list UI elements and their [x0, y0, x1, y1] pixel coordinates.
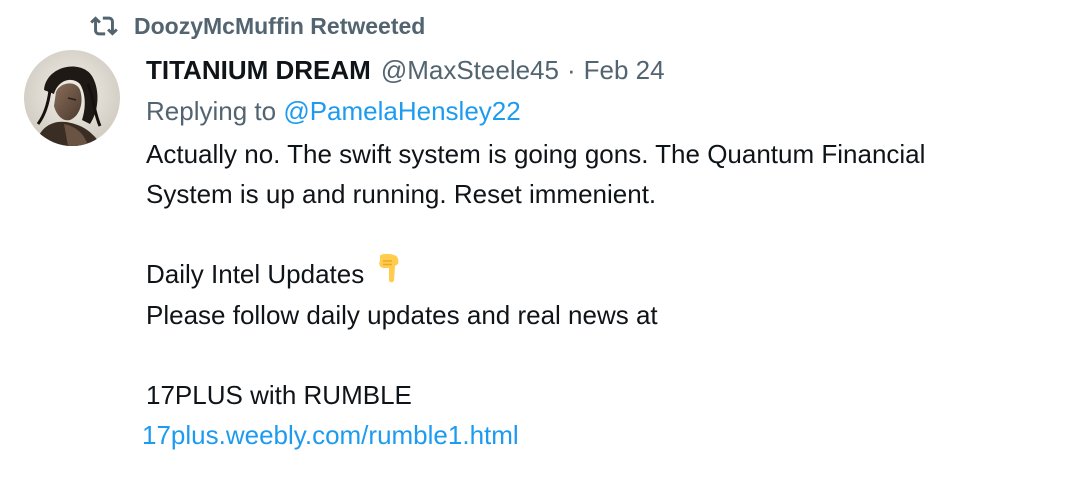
author-display-name[interactable]: TITANIUM DREAM: [146, 52, 371, 88]
external-link[interactable]: 17plus.weebly.com/rumble1.html: [142, 420, 519, 450]
body-line: System is up and running. Reset immenien…: [146, 179, 657, 209]
body-line: 17PLUS with RUMBLE: [146, 379, 412, 410]
body-line: Please follow daily updates and real new…: [146, 299, 658, 330]
reply-handle-link[interactable]: @PamelaHensley22: [283, 96, 520, 126]
retweet-context: DoozyMcMuffin Retweeted: [88, 10, 425, 42]
tweet-header: TITANIUM DREAM @MaxSteele45 · Feb 24: [146, 52, 1066, 88]
retweet-icon: [88, 12, 120, 40]
tweet[interactable]: DoozyMcMuffin Retweeted TITANIUM DREAM @…: [0, 0, 1080, 480]
body-line-link: 17plus.weebly.com/rumble1.html: [142, 415, 1066, 455]
body-line-with-emoji: Daily Intel Updates: [146, 252, 1066, 295]
body-line: Actually no. The swift system is going g…: [146, 139, 926, 169]
avatar[interactable]: [24, 50, 120, 146]
tweet-content: TITANIUM DREAM @MaxSteele45 · Feb 24 Rep…: [142, 52, 1066, 455]
header-separator: ·: [566, 55, 576, 85]
reply-context: Replying to @PamelaHensley22: [146, 94, 1066, 128]
tweet-date[interactable]: Feb 24: [584, 52, 665, 88]
reply-prefix: Replying to: [146, 96, 284, 126]
retweet-label[interactable]: DoozyMcMuffin Retweeted: [134, 13, 425, 40]
body-line-text: Daily Intel Updates: [146, 259, 365, 289]
author-handle[interactable]: @MaxSteele45: [381, 52, 559, 88]
pointing-down-icon: [374, 252, 404, 295]
tweet-body: Actually no. The swift system is going g…: [142, 134, 1066, 455]
